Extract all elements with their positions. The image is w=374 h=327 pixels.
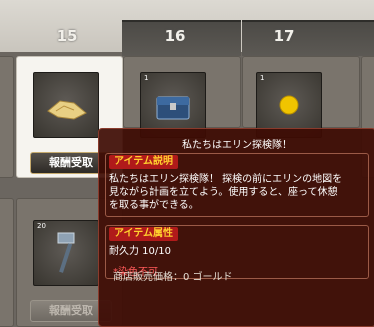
durability-text: 耐久力 10/10	[109, 246, 171, 257]
slot-count: 1	[144, 74, 149, 82]
item-slot-day-15[interactable]	[33, 72, 99, 138]
shop-price-text: 商店販売価格：0 ゴールド	[113, 272, 233, 283]
tooltip-title: 私たちはエリン探検隊！	[182, 140, 292, 151]
item-tooltip: 私たちはエリン探検隊！ アイテム説明 私たちはエリン探検隊！ 探検の前にエリンの…	[98, 128, 374, 327]
hammer-icon	[57, 232, 75, 273]
left-edge-card	[0, 56, 14, 178]
item-slot-lower[interactable]: 20	[33, 220, 99, 286]
lower-card-left-edge	[0, 198, 14, 327]
day-16-label: 16	[164, 27, 186, 45]
description-line-2: 見ながら計画を立てよう。使用すると、座って休憩	[109, 187, 338, 198]
treasure-map-icon	[47, 100, 87, 120]
slot-count: 1	[260, 74, 265, 82]
description-line-3: を取る事ができる。	[109, 200, 199, 211]
slot-count: 20	[37, 222, 46, 230]
attributes-tag: アイテム属性	[109, 227, 178, 241]
description-tag: アイテム説明	[109, 155, 178, 169]
day-15-label: 15	[56, 27, 78, 45]
day-17-label: 17	[273, 27, 295, 45]
description-line-1: 私たちはエリン探検隊！ 探検の前にエリンの地図を	[109, 174, 343, 185]
